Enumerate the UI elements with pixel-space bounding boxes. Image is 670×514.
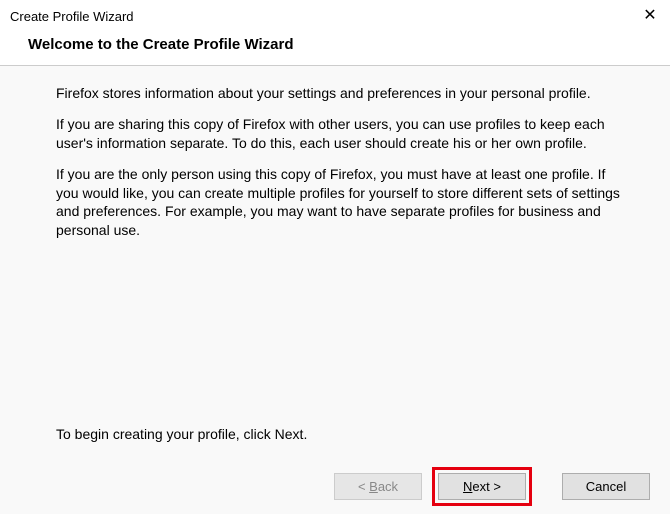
wizard-content: Firefox stores information about your se… bbox=[0, 66, 670, 458]
intro-paragraph-1: Firefox stores information about your se… bbox=[56, 84, 630, 103]
next-button-highlight: Next > bbox=[432, 467, 532, 506]
titlebar: Create Profile Wizard ✕ bbox=[0, 0, 670, 32]
next-button[interactable]: Next > bbox=[438, 473, 526, 500]
cancel-button[interactable]: Cancel bbox=[562, 473, 650, 500]
begin-instruction: To begin creating your profile, click Ne… bbox=[56, 426, 630, 442]
close-icon[interactable]: ✕ bbox=[640, 8, 660, 24]
back-button: < Back bbox=[334, 473, 422, 500]
intro-paragraph-2: If you are sharing this copy of Firefox … bbox=[56, 115, 630, 153]
intro-paragraph-3: If you are the only person using this co… bbox=[56, 165, 630, 241]
wizard-header: Welcome to the Create Profile Wizard bbox=[0, 32, 670, 65]
page-title: Welcome to the Create Profile Wizard bbox=[28, 36, 670, 53]
wizard-button-bar: < Back Next > Cancel bbox=[0, 458, 670, 514]
window-title: Create Profile Wizard bbox=[10, 9, 134, 24]
